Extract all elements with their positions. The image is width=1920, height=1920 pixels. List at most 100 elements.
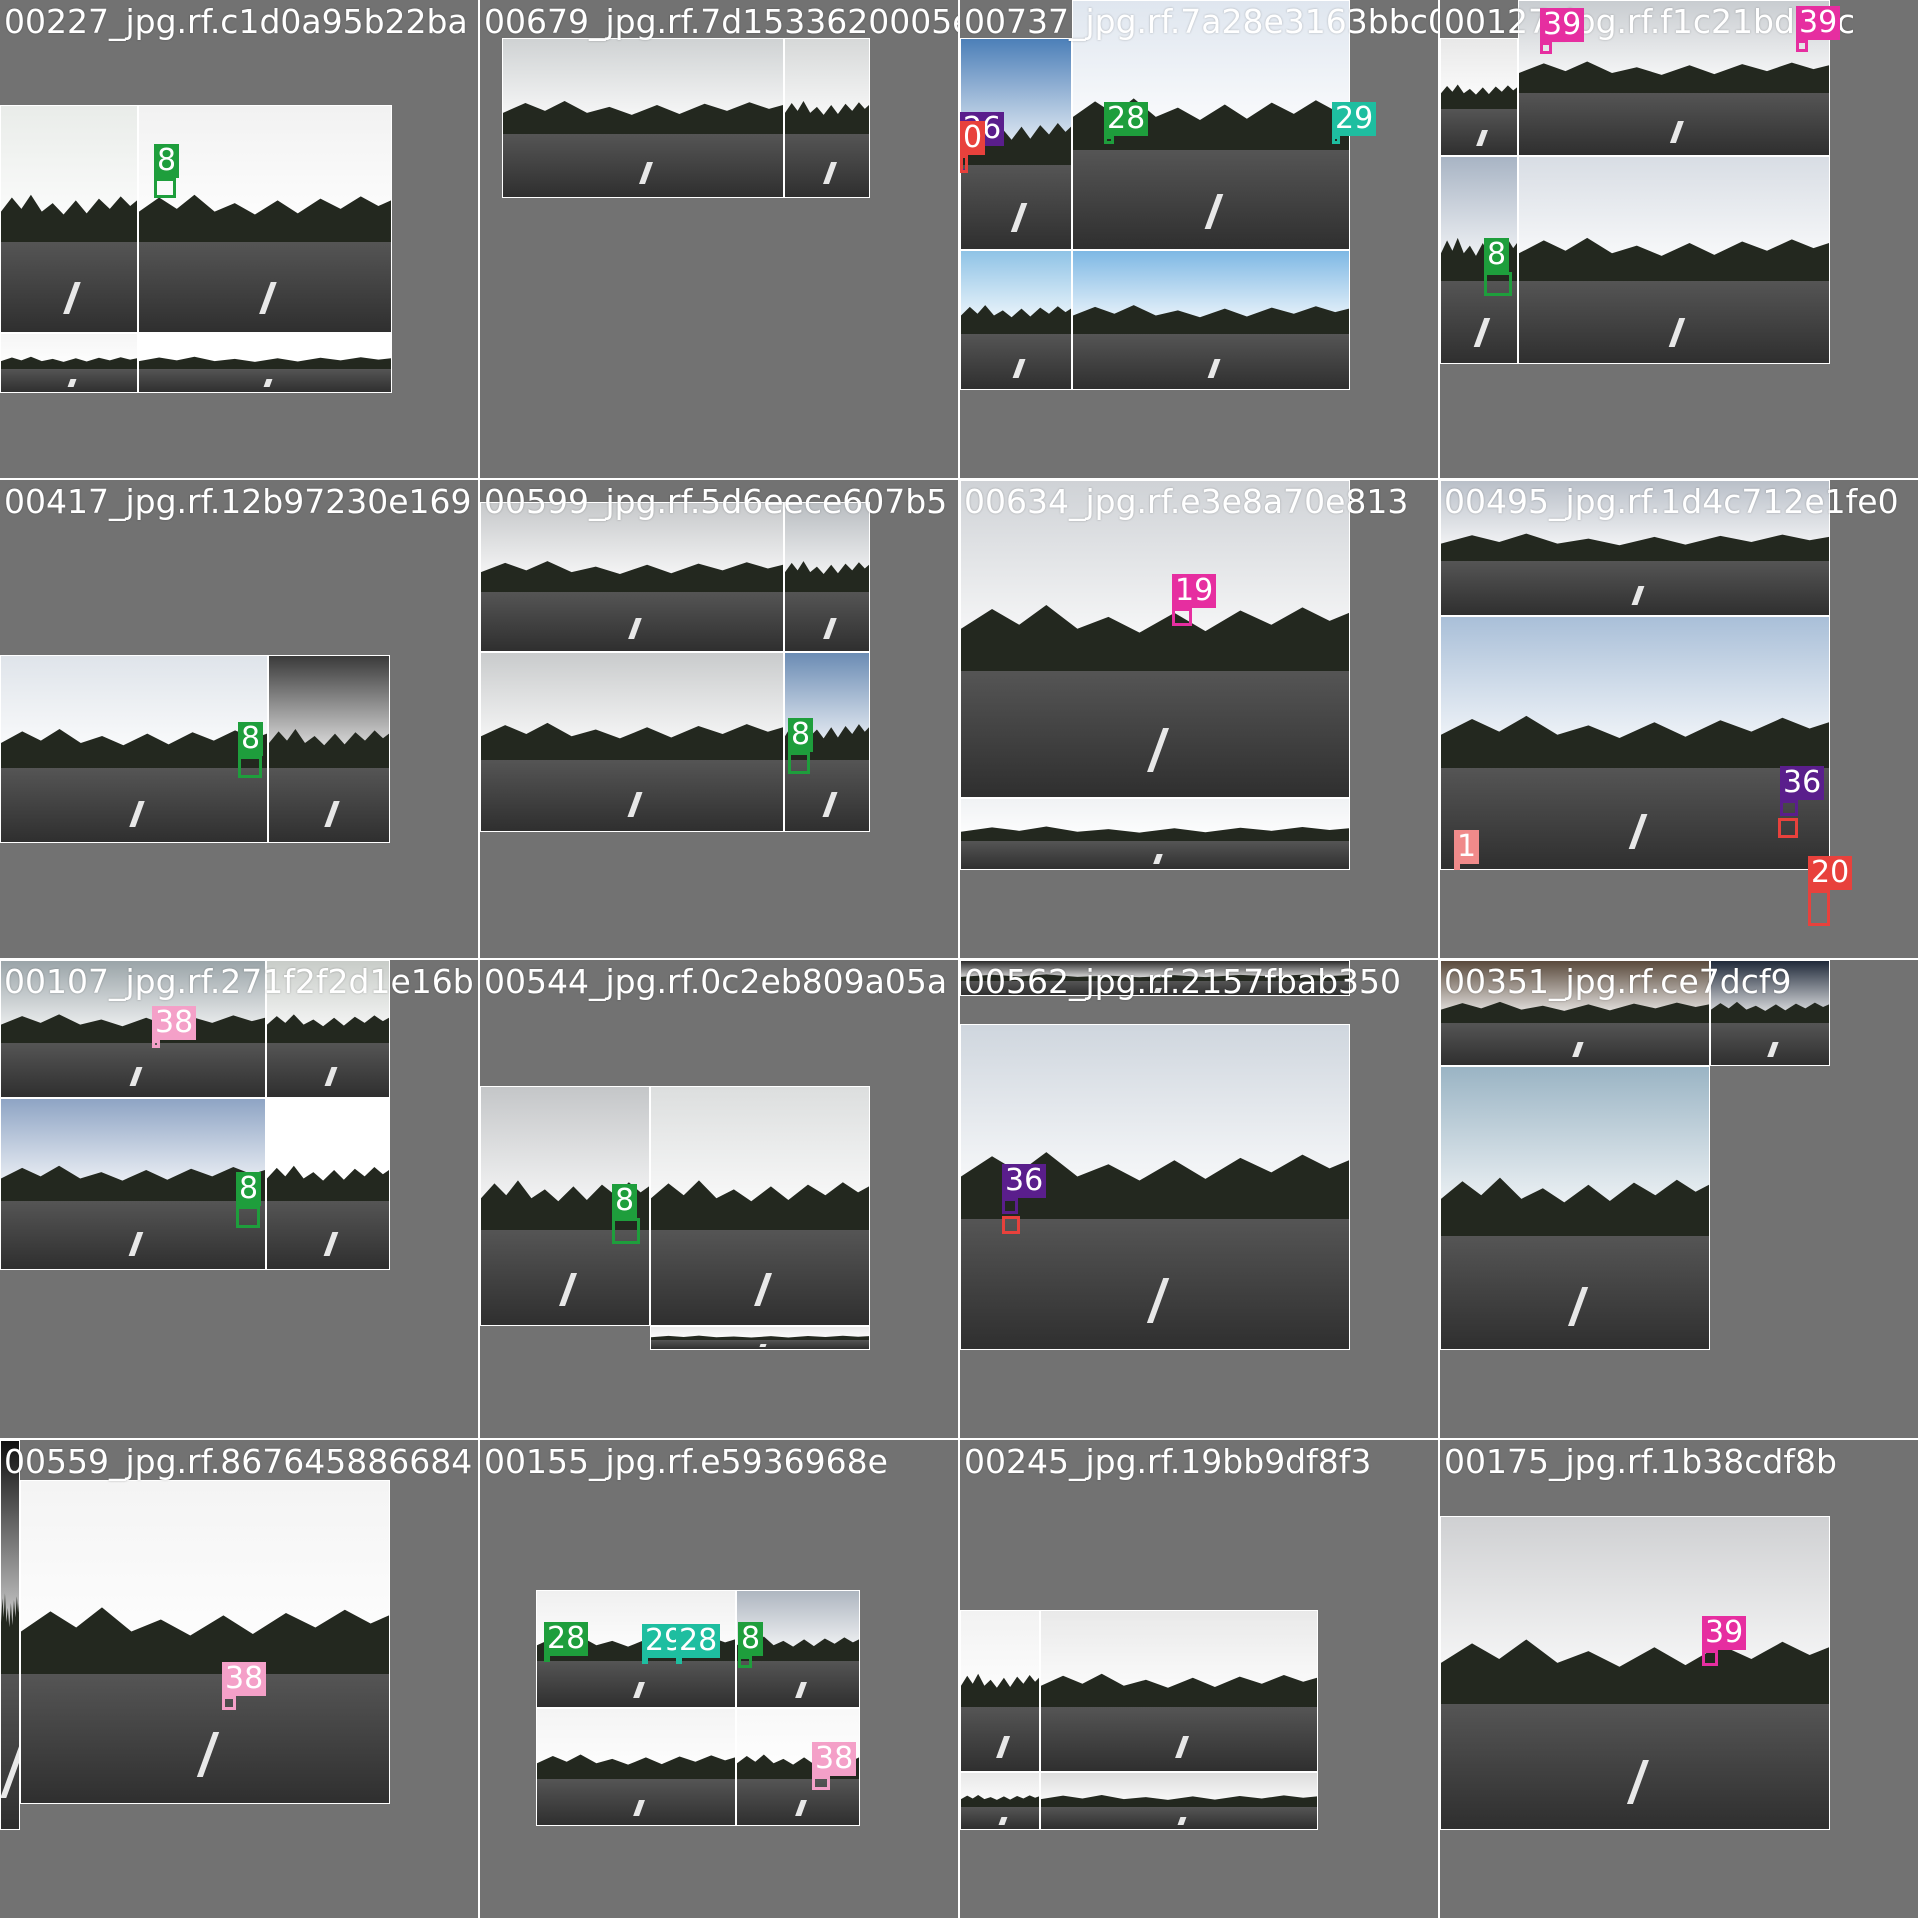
detection-label: 19 [1172,574,1217,608]
road-surface [961,333,1071,389]
road-scene-photo [650,1086,870,1326]
road-surface [785,591,869,651]
detection-box [1702,1650,1718,1666]
road-scene-photo [960,798,1350,870]
image-tile: 36 00562_jpg.rf.2157fbab350 [960,960,1440,1440]
detection-label: 36 [1002,1164,1047,1198]
road-surface [961,841,1349,869]
tile-filename: 00155_jpg.rf.e5936968e [484,1442,888,1481]
detection-box [960,155,968,173]
mosaic-grid: 8 00227_jpg.rf.c1d0a95b22ba 00679_jpg.rf.7… [0,0,1920,1920]
road-scene-photo [480,502,784,652]
detection-box [738,1656,752,1668]
image-tile: 213939800127_jpg.rf.f1c21bdb4c [1440,0,1920,480]
road-surface [1,767,267,842]
detection-label: 36 [1780,766,1825,800]
road-scene-photo [0,655,268,843]
detection-label: 8 [1484,238,1510,272]
detection-box [236,1206,260,1228]
road-surface [961,1219,1349,1349]
image-tile: 00679_jpg.rf.7d1533620005ed3e9 [480,0,960,480]
road-scene-photo [1072,250,1350,390]
detection-box [1780,800,1798,816]
road-surface [1,1042,265,1097]
road-surface [1519,93,1829,155]
tile-filename: 00737_jpg.rf.7a28e3163bbc0 [964,2,1440,41]
road-scene-photo [1440,1516,1830,1830]
road-surface [1711,1023,1829,1065]
image-tile: 8 00544_jpg.rf.0c2eb809a05a [480,960,960,1440]
detection-label: 29 [1332,102,1377,136]
detection-box [238,756,262,778]
road-surface [961,670,1349,797]
road-surface [481,1229,649,1325]
detection-box [1002,1198,1018,1214]
road-surface [21,1674,389,1803]
road-scene-photo [536,1708,736,1826]
road-scene-photo [266,1098,390,1270]
detection-label: 28 [544,1622,589,1656]
road-scene-photo [1440,38,1518,156]
road-surface [537,1660,735,1707]
road-surface [1441,1236,1709,1349]
detection-box [676,1658,682,1664]
detection-box [1778,818,1798,838]
detection-label: 1 [1454,830,1480,864]
image-tile: 39 00175_jpg.rf.1b38cdf8b [1440,1440,1920,1920]
road-scene-photo [1440,1066,1710,1350]
road-surface [1,241,137,332]
detection-label: 28 [1104,102,1149,136]
detection-box [544,1656,550,1662]
image-tile: 19 00634_jpg.rf.e3e8a70e813 [960,480,1440,960]
road-surface [961,165,1071,249]
tile-filename: 00599_jpg.rf.5d6eece607b5 [484,482,948,521]
detection-label: 8 [154,144,180,178]
image-tile: 153800559_jpg.rf.867645886684 [0,1440,480,1920]
tile-filename: 00245_jpg.rf.19bb9df8f3 [964,1442,1372,1481]
road-surface [1,1201,265,1269]
road-scene-photo [138,333,392,393]
detection-box [1484,272,1512,296]
tile-filename: 00175_jpg.rf.1b38cdf8b [1444,1442,1837,1481]
detection-label: 39 [1796,6,1841,40]
road-surface [267,1201,389,1269]
detection-label: 8 [236,1172,262,1206]
road-surface [503,133,783,197]
detection-box [1540,42,1552,54]
road-scene-photo [1040,1610,1318,1772]
road-surface [1073,149,1349,249]
road-surface [481,591,783,651]
road-scene-photo [960,250,1072,390]
road-scene-photo [960,1610,1040,1772]
road-surface [785,133,869,197]
road-surface [651,1229,869,1325]
detection-box [788,752,810,774]
road-scene-photo [650,1326,870,1350]
detection-box [1454,864,1460,870]
image-tile: 00351_jpg.rf.ce7dcf9 [1440,960,1920,1440]
road-surface [1041,1707,1317,1771]
image-tile: 8 00417_jpg.rf.12b97230e169 [0,480,480,960]
road-scene-photo [784,502,870,652]
detection-label: 20 [1808,856,1853,890]
road-scene-photo [1518,156,1830,364]
road-surface [1441,108,1517,155]
tile-filename: 00127_jpg.rf.f1c21bdb4c [1444,2,1856,41]
image-tile: 8 00599_jpg.rf.5d6eece607b5 [480,480,960,960]
road-surface [267,1042,389,1097]
detection-label: 8 [612,1184,638,1218]
image-tile: 8 00227_jpg.rf.c1d0a95b22ba [0,0,480,480]
detection-label: 28 [676,1624,721,1658]
road-scene-photo [1440,616,1830,870]
road-surface [1519,280,1829,363]
road-surface [1441,561,1829,615]
road-surface [537,1778,735,1825]
detection-box [1002,1216,1020,1234]
tile-filename: 00562_jpg.rf.2157fbab350 [964,962,1402,1001]
detection-label: 38 [152,1006,197,1040]
detection-label: 39 [1540,8,1585,42]
lane-marking [759,1344,767,1348]
road-surface [269,767,389,842]
detection-label: 8 [238,722,264,756]
road-surface [737,1660,859,1707]
